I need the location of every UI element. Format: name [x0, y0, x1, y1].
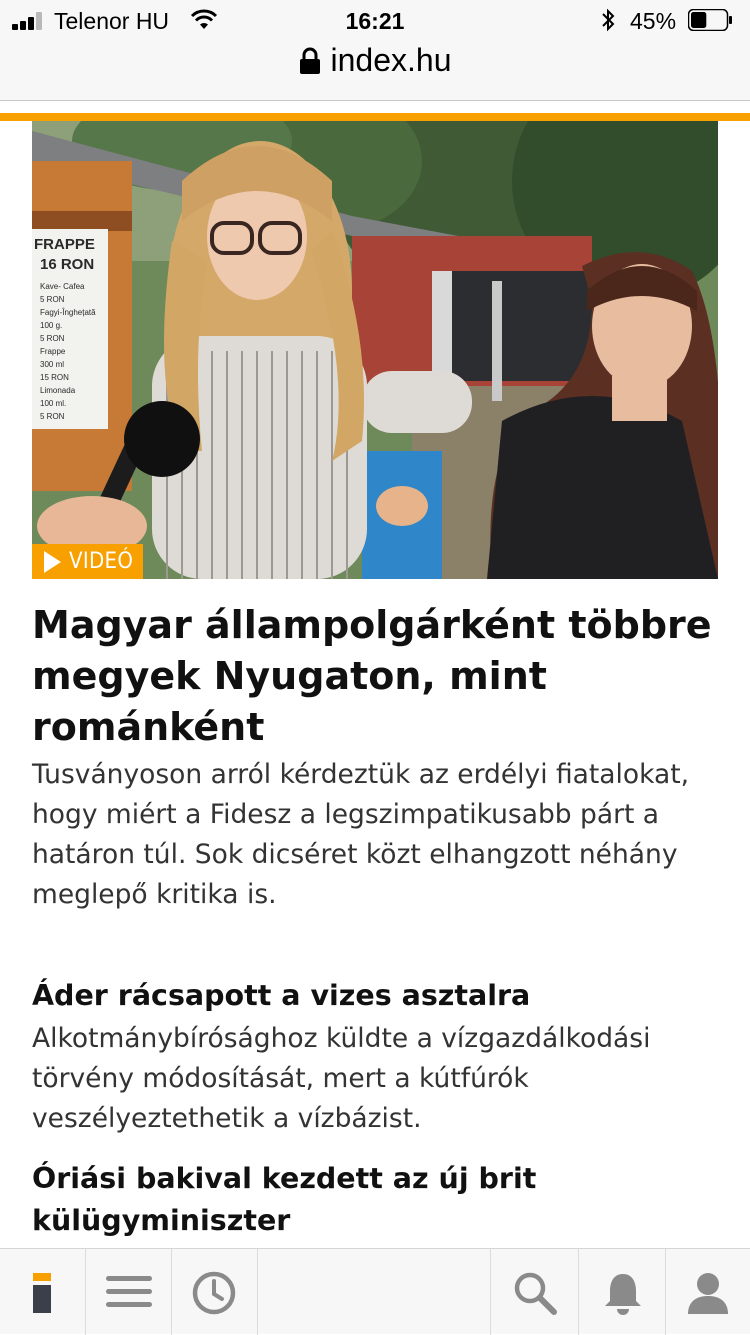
play-icon [44, 550, 61, 573]
bell-icon [605, 1274, 641, 1315]
article-lead[interactable]: Tusványoson arról kérdeztük az erdélyi f… [32, 755, 722, 915]
video-badge-label: VIDEÓ [69, 549, 134, 574]
status-bar: Telenor HU 16:21 45% [0, 0, 750, 40]
bluetooth-icon [602, 8, 615, 32]
article-title[interactable]: Óriási bakival kezdett az új brit külügy… [32, 1158, 722, 1242]
sign-text-line: 5 RON [40, 412, 65, 421]
sign-text-line: 300 ml [40, 360, 64, 369]
battery-percent: 45% [630, 8, 677, 34]
user-icon [688, 1273, 728, 1314]
sign-text-line: Fagyi-Înghețată [40, 308, 96, 317]
article-title[interactable]: Magyar állampolgárként többre megyek Nyu… [32, 600, 722, 753]
bottom-navigation [0, 1248, 750, 1335]
address-bar-divider [0, 100, 750, 101]
sign-text-line: 15 RON [40, 373, 69, 382]
article-title[interactable]: Áder rácsapott a vizes asztalra [32, 975, 722, 1017]
sign-text-line: 16 RON [40, 256, 94, 273]
hero-image[interactable]: FRAPPE 16 RON Kave- Cafea 5 RON Fagyi-Îngheț… [32, 121, 718, 579]
nav-home[interactable] [0, 1249, 85, 1335]
address-bar[interactable]: index.hu [0, 40, 750, 100]
sign-text-line: Kave- Cafea [40, 282, 85, 291]
url-text: index.hu [330, 42, 452, 78]
battery-icon [688, 9, 732, 31]
nav-search[interactable] [491, 1249, 578, 1335]
nav-separator [257, 1249, 258, 1335]
lock-icon [299, 47, 320, 74]
sign-text-line: 100 g. [40, 321, 62, 330]
clock-icon [192, 1271, 236, 1315]
sign-text-line: Frappe [40, 347, 66, 356]
article-lead[interactable]: Alkotmánybírósághoz küldte a vízgazdálko… [32, 1019, 722, 1139]
nav-notifications[interactable] [579, 1249, 665, 1335]
menu-icon [106, 1276, 152, 1307]
sign-text-line: 5 RON [40, 295, 65, 304]
hero-photo: FRAPPE 16 RON Kave- Cafea 5 RON Fagyi-Îngheț… [32, 121, 718, 579]
sign-text-line: Limonada [40, 386, 76, 395]
nav-recent[interactable] [172, 1249, 257, 1335]
video-badge[interactable]: VIDEÓ [32, 544, 143, 579]
nav-menu[interactable] [86, 1249, 171, 1335]
sign-text-line: 5 RON [40, 334, 65, 343]
search-icon [514, 1272, 557, 1315]
index-logo-icon [33, 1273, 51, 1313]
sign-text-line: FRAPPE [34, 236, 95, 253]
nav-profile[interactable] [666, 1249, 750, 1335]
site-accent-bar [0, 113, 750, 121]
sign-text-line: 100 ml. [40, 399, 66, 408]
